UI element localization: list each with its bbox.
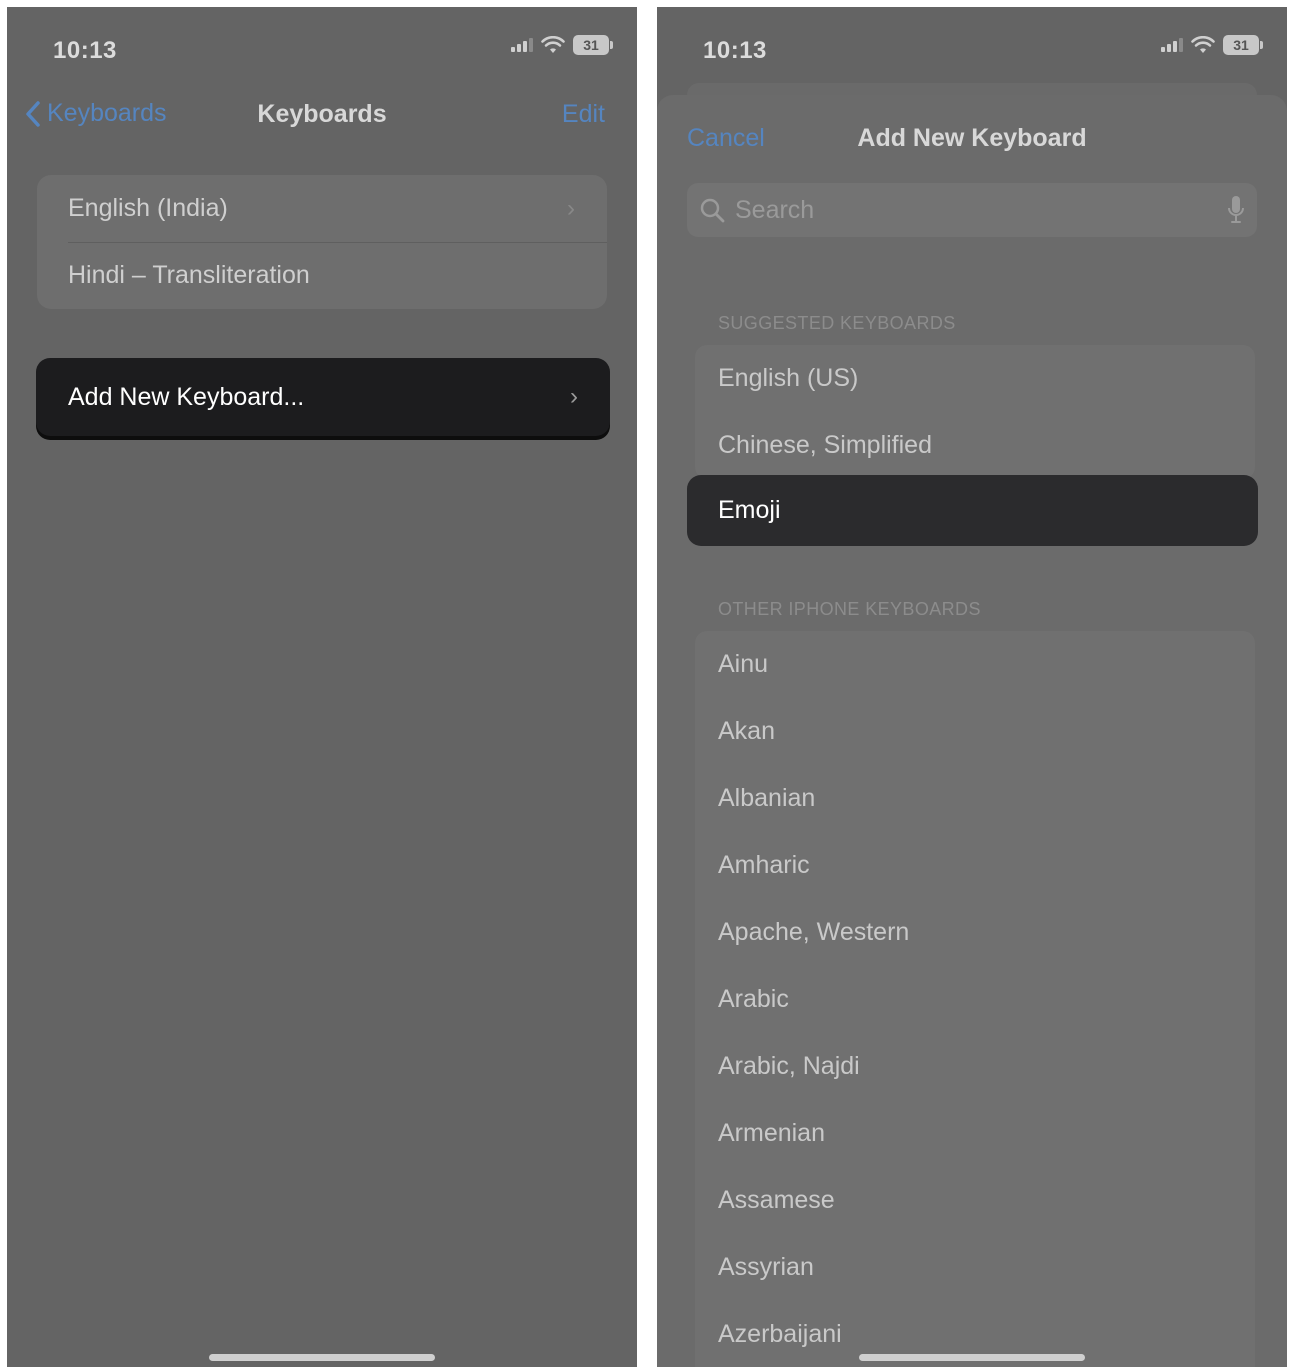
keyboard-option-chinese-simplified[interactable]: Chinese, Simplified	[695, 412, 1255, 479]
keyboard-row-english-india[interactable]: English (India) ›	[37, 175, 607, 242]
keyboard-option[interactable]: Armenian	[695, 1100, 1255, 1167]
edit-button[interactable]: Edit	[562, 100, 605, 129]
wifi-icon	[1191, 36, 1215, 53]
keyboard-option[interactable]: Amharic	[695, 832, 1255, 899]
add-new-keyboard-button[interactable]: Add New Keyboard... ›	[36, 358, 610, 436]
search-icon	[700, 198, 725, 223]
cancel-button[interactable]: Cancel	[687, 124, 765, 153]
home-indicator[interactable]	[859, 1354, 1085, 1361]
suggested-keyboards-header: SUGGESTED KEYBOARDS	[718, 313, 956, 333]
status-icons: 31	[511, 35, 613, 55]
status-icons: 31	[1161, 35, 1263, 55]
signal-icon	[511, 38, 533, 52]
chevron-right-icon: ›	[570, 383, 578, 410]
chevron-right-icon: ›	[567, 194, 575, 222]
status-time: 10:13	[53, 37, 117, 64]
add-new-keyboard-label: Add New Keyboard...	[68, 382, 305, 411]
keyboard-option[interactable]: Assyrian	[695, 1234, 1255, 1301]
battery-icon: 31	[573, 35, 613, 55]
keyboard-option[interactable]: Akan	[695, 698, 1255, 765]
signal-icon	[1161, 38, 1183, 52]
battery-icon: 31	[1223, 35, 1263, 55]
other-keyboards-list: Ainu Akan Albanian Amharic Apache, Weste…	[695, 631, 1255, 1367]
page-title: Keyboards	[257, 100, 387, 128]
keyboard-option[interactable]: Apache, Western	[695, 899, 1255, 966]
sheet-title: Add New Keyboard	[857, 124, 1087, 152]
installed-keyboards-list: English (India) › Hindi – Transliteratio…	[37, 175, 607, 309]
keyboard-option-english-us[interactable]: English (US)	[695, 345, 1255, 412]
search-input[interactable]	[735, 195, 1217, 225]
home-indicator[interactable]	[209, 1354, 435, 1361]
keyboard-option[interactable]: Arabic	[695, 966, 1255, 1033]
keyboard-label: English (India)	[68, 194, 228, 222]
microphone-icon[interactable]	[1227, 195, 1245, 225]
keyboard-option[interactable]: Assamese	[695, 1167, 1255, 1234]
keyboard-option[interactable]: Albanian	[695, 765, 1255, 832]
wifi-icon	[541, 36, 565, 53]
suggested-keyboards-list: English (US) Chinese, Simplified	[695, 345, 1255, 479]
keyboard-option-emoji[interactable]: Emoji	[687, 475, 1258, 546]
keyboard-label: Hindi – Transliteration	[68, 261, 310, 289]
add-new-keyboard-screen: 10:13 31 Cancel Add New Keyboard SUGGEST…	[657, 7, 1287, 1367]
other-keyboards-header: OTHER IPHONE KEYBOARDS	[718, 599, 981, 619]
keyboard-option[interactable]: Ainu	[695, 631, 1255, 698]
search-bar[interactable]	[687, 183, 1257, 237]
keyboard-row-hindi[interactable]: Hindi – Transliteration	[37, 242, 607, 309]
status-time: 10:13	[703, 37, 767, 64]
keyboards-settings-screen: 10:13 31 Keyboards Keyboards Edit Englis…	[7, 7, 637, 1367]
keyboard-option[interactable]: Arabic, Najdi	[695, 1033, 1255, 1100]
